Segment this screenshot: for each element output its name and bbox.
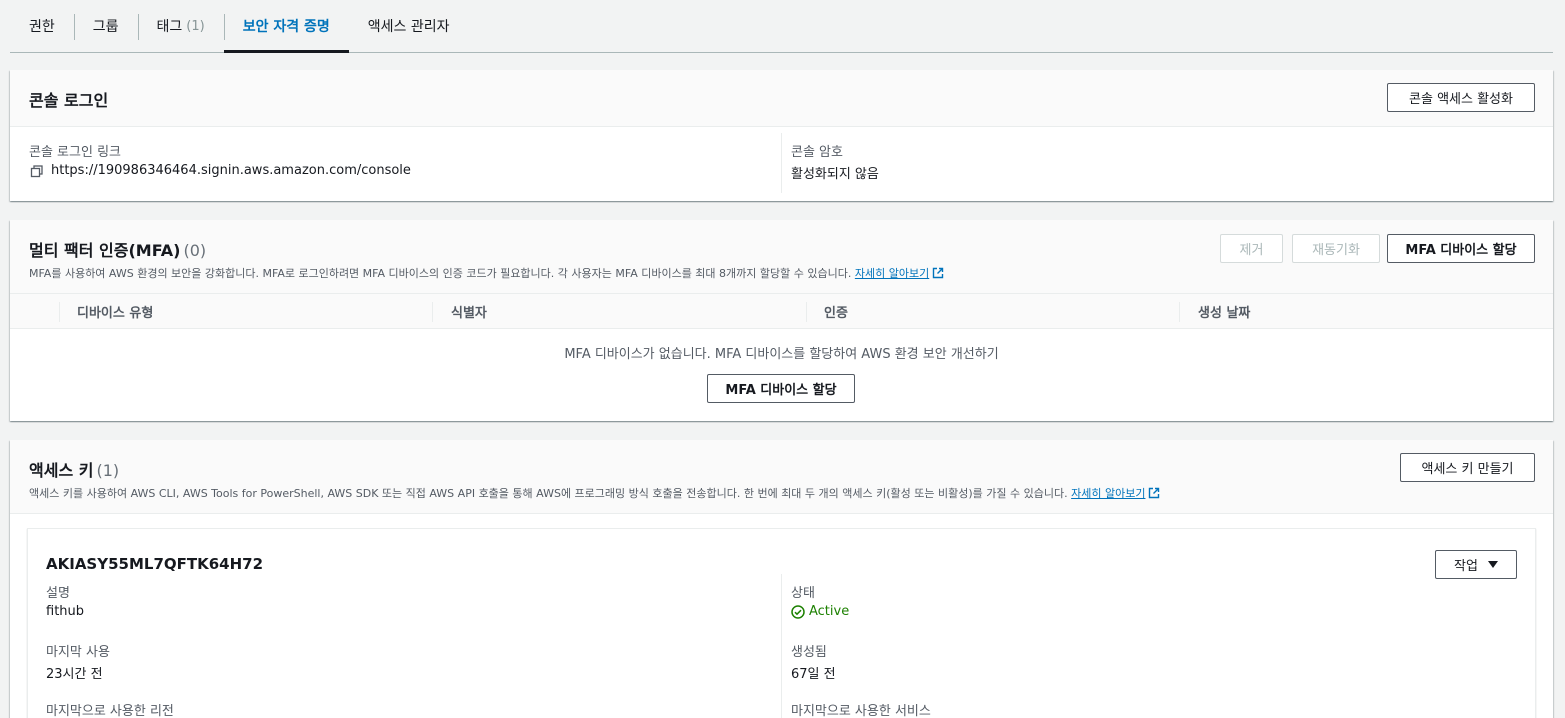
column-divider <box>781 574 782 718</box>
tab-permissions[interactable]: 권한 <box>10 0 74 52</box>
create-access-key-button[interactable]: 액세스 키 만들기 <box>1400 453 1535 482</box>
tab-label: 태그 <box>156 19 183 35</box>
tab-label: 권한 <box>29 19 55 35</box>
description-label: 설명 <box>46 586 70 601</box>
check-circle-icon <box>791 604 805 619</box>
column-header-identifier[interactable]: 식별자 <box>451 294 487 328</box>
resync-button[interactable]: 재동기화 <box>1292 234 1380 263</box>
panel-header: 멀티 팩터 인증(MFA) (0) MFA를 사용하여 AWS 환경의 보안을 강… <box>10 220 1553 293</box>
external-link-icon <box>1149 487 1160 499</box>
caret-down-icon <box>1487 560 1498 568</box>
panel-title-row: 액세스 키 (1) <box>29 457 1160 481</box>
access-keys-description: 액세스 키를 사용하여 AWS CLI, AWS Tools for Power… <box>29 487 1068 500</box>
created-label: 생성됨 <box>791 645 827 660</box>
panel-title: 멀티 팩터 인증(MFA) <box>29 241 181 260</box>
status-label: 상태 <box>791 586 815 601</box>
access-keys-description-row: 액세스 키를 사용하여 AWS CLI, AWS Tools for Power… <box>29 485 1160 501</box>
assign-mfa-button[interactable]: MFA 디바이스 할당 <box>1387 234 1535 263</box>
access-keys-count: (1) <box>96 461 120 480</box>
column-separator <box>806 302 807 322</box>
mfa-description-row: MFA를 사용하여 AWS 환경의 보안을 강화합니다. MFA로 로그인하려면… <box>29 265 944 281</box>
assign-mfa-empty-button[interactable]: MFA 디바이스 할당 <box>707 374 855 403</box>
mfa-description: MFA를 사용하여 AWS 환경의 보안을 강화합니다. MFA로 로그인하려면… <box>29 267 852 280</box>
panel-header: 액세스 키 (1) 액세스 키를 사용하여 AWS CLI, AWS Tools … <box>10 440 1553 514</box>
console-link-label: 콘솔 로그인 링크 <box>29 145 121 160</box>
last-used-label: 마지막 사용 <box>46 645 110 660</box>
description-value: fithub <box>46 604 85 619</box>
panel-title: 콘솔 로그인 <box>29 91 109 110</box>
panel-title-row: 멀티 팩터 인증(MFA) (0) <box>29 237 944 261</box>
tab-label: 보안 자격 증명 <box>242 19 330 35</box>
column-separator <box>59 302 60 322</box>
external-link-icon <box>933 267 944 279</box>
actions-dropdown-button[interactable]: 작업 <box>1435 550 1517 579</box>
status-value: Active <box>809 604 850 619</box>
access-keys-panel: 액세스 키 (1) 액세스 키를 사용하여 AWS CLI, AWS Tools … <box>10 440 1553 718</box>
tab-count: (1) <box>186 18 205 34</box>
remove-button[interactable]: 제거 <box>1220 234 1283 263</box>
column-header-certification[interactable]: 인증 <box>824 294 848 328</box>
last-used-value: 23시간 전 <box>46 667 103 682</box>
last-region-label: 마지막으로 사용한 리전 <box>46 704 174 718</box>
created-value: 67일 전 <box>791 667 836 682</box>
tab-groups[interactable]: 그룹 <box>73 0 138 52</box>
mfa-count: (0) <box>183 241 207 260</box>
column-divider <box>781 133 782 193</box>
tab-access-advisor[interactable]: 액세스 관리자 <box>349 0 469 52</box>
console-link-row: https://190986346464.signin.aws.amazon.c… <box>29 163 411 178</box>
learn-more-link[interactable]: 자세히 알아보기 <box>855 267 929 280</box>
access-key-card: AKIASY55ML7QFTK64H72 작업 설명 fithub 상태 Act… <box>27 528 1536 718</box>
console-signin-panel: 콘솔 로그인 콘솔 액세스 활성화 콘솔 로그인 링크 https://1909… <box>10 70 1553 201</box>
tab-security-credentials[interactable]: 보안 자격 증명 <box>223 0 349 53</box>
actions-label: 작업 <box>1454 559 1478 574</box>
tab-bar: 권한 그룹 태그 (1) 보안 자격 증명 액세스 관리자 <box>10 0 1553 53</box>
mfa-empty-message: MFA 디바이스가 없습니다. MFA 디바이스를 할당하여 AWS 환경 보안… <box>564 347 999 362</box>
column-header-device-type[interactable]: 디바이스 유형 <box>77 294 153 328</box>
column-header-created-date[interactable]: 생성 날짜 <box>1198 294 1250 328</box>
column-separator <box>1179 302 1180 322</box>
enable-console-access-button[interactable]: 콘솔 액세스 활성화 <box>1387 83 1535 112</box>
console-link-value[interactable]: https://190986346464.signin.aws.amazon.c… <box>51 163 411 178</box>
panel-title: 액세스 키 <box>29 461 94 480</box>
tab-label: 그룹 <box>92 19 119 35</box>
tab-label: 액세스 관리자 <box>367 19 450 35</box>
last-service-label: 마지막으로 사용한 서비스 <box>791 704 931 718</box>
column-separator <box>432 302 433 322</box>
mfa-panel: 멀티 팩터 인증(MFA) (0) MFA를 사용하여 AWS 환경의 보안을 강… <box>10 220 1553 421</box>
mfa-table-header: 디바이스 유형 식별자 인증 생성 날짜 <box>10 293 1553 329</box>
panel-header: 콘솔 로그인 콘솔 액세스 활성화 <box>10 70 1553 127</box>
status-badge: Active <box>791 604 849 619</box>
console-password-label: 콘솔 암호 <box>791 145 843 160</box>
learn-more-link[interactable]: 자세히 알아보기 <box>1071 487 1145 500</box>
access-key-id: AKIASY55ML7QFTK64H72 <box>46 555 264 573</box>
tab-tags[interactable]: 태그 (1) <box>137 0 224 52</box>
copy-icon[interactable] <box>29 164 45 178</box>
console-password-value: 활성화되지 않음 <box>791 167 879 182</box>
